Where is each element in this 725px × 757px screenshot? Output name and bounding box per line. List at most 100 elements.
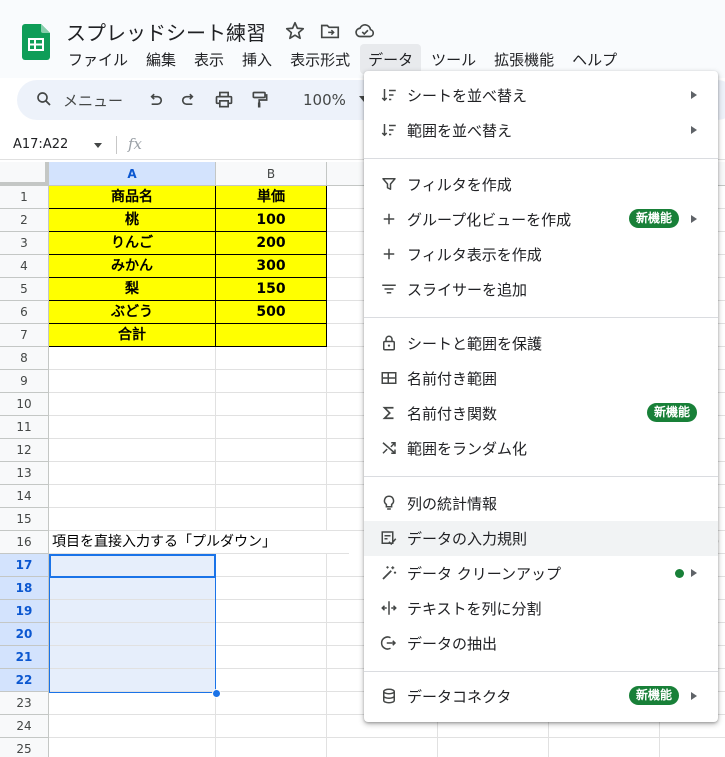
star-icon[interactable] xyxy=(284,20,306,42)
row-header[interactable]: 25 xyxy=(0,738,49,757)
grid-cell[interactable]: みかん xyxy=(49,255,216,278)
grid-cell[interactable]: 合計 xyxy=(49,324,216,347)
grid-cell[interactable]: 300 xyxy=(216,255,327,278)
menu-item-split-text[interactable]: テキストを列に分割 xyxy=(364,591,718,626)
grid-cell[interactable] xyxy=(438,738,549,757)
row-header[interactable]: 10 xyxy=(0,393,49,416)
menu-format[interactable]: 表示形式 xyxy=(282,44,358,74)
sheets-logo-icon[interactable] xyxy=(22,24,50,60)
grid-cell[interactable] xyxy=(49,416,216,439)
column-header-a[interactable]: A xyxy=(49,162,216,186)
undo-icon[interactable] xyxy=(145,90,165,110)
row-header[interactable]: 8 xyxy=(0,347,49,370)
grid-cell[interactable] xyxy=(49,600,216,623)
redo-icon[interactable] xyxy=(179,90,199,110)
menu-item-create-filter[interactable]: フィルタを作成 xyxy=(364,167,718,202)
grid-cell[interactable] xyxy=(49,462,216,485)
row-header[interactable]: 3 xyxy=(0,232,49,255)
grid-cell[interactable] xyxy=(327,738,438,757)
row-header[interactable]: 12 xyxy=(0,439,49,462)
row-header[interactable]: 6 xyxy=(0,301,49,324)
row-header[interactable]: 5 xyxy=(0,278,49,301)
row-header[interactable]: 14 xyxy=(0,485,49,508)
grid-cell[interactable] xyxy=(216,600,327,623)
menu-item-sort-sheet[interactable]: シートを並べ替え xyxy=(364,78,718,113)
grid-cell[interactable] xyxy=(216,439,327,462)
grid-cell[interactable]: 単価 xyxy=(216,186,327,209)
row-header[interactable]: 1 xyxy=(0,186,49,209)
grid-cell[interactable] xyxy=(49,715,216,738)
row-header[interactable]: 22 xyxy=(0,669,49,692)
menu-insert[interactable]: 挿入 xyxy=(234,44,280,74)
grid-cell[interactable] xyxy=(49,577,216,600)
grid-cell[interactable] xyxy=(216,715,327,738)
menu-item-data-connectors[interactable]: データコネクタ 新機能 xyxy=(364,679,718,714)
grid-cell[interactable] xyxy=(49,393,216,416)
grid-cell[interactable] xyxy=(216,577,327,600)
grid-cell[interactable]: 200 xyxy=(216,232,327,255)
row-header[interactable]: 15 xyxy=(0,508,49,531)
menu-edit[interactable]: 編集 xyxy=(138,44,184,74)
row-header[interactable]: 21 xyxy=(0,646,49,669)
menu-item-create-group-view[interactable]: グループ化ビューを作成 新機能 xyxy=(364,202,718,237)
row-header[interactable]: 24 xyxy=(0,715,49,738)
grid-cell[interactable] xyxy=(216,738,327,757)
move-folder-icon[interactable] xyxy=(319,20,341,42)
row-header[interactable]: 16 xyxy=(0,531,49,554)
grid-cell[interactable]: 100 xyxy=(216,209,327,232)
grid-cell[interactable]: 150 xyxy=(216,278,327,301)
grid-cell[interactable] xyxy=(49,692,216,715)
grid-cell[interactable]: 梨 xyxy=(49,278,216,301)
grid-cell[interactable] xyxy=(49,347,216,370)
menu-item-column-stats[interactable]: 列の統計情報 xyxy=(364,486,718,521)
row-header[interactable]: 7 xyxy=(0,324,49,347)
grid-cell[interactable] xyxy=(49,646,216,669)
document-title[interactable]: スプレッドシート練習 xyxy=(66,17,266,46)
grid-cell[interactable]: 500 xyxy=(216,301,327,324)
row-header[interactable]: 20 xyxy=(0,623,49,646)
cloud-saved-icon[interactable] xyxy=(354,20,376,42)
grid-cell[interactable] xyxy=(49,738,216,757)
grid-cell[interactable] xyxy=(216,393,327,416)
grid-cell[interactable] xyxy=(49,554,216,577)
menu-search[interactable]: メニュー xyxy=(35,88,153,112)
zoom-select[interactable]: 100% xyxy=(303,91,346,109)
grid-cell[interactable] xyxy=(49,485,216,508)
grid-cell[interactable]: 商品名 xyxy=(49,186,216,209)
row-header[interactable]: 4 xyxy=(0,255,49,278)
row-header[interactable]: 13 xyxy=(0,462,49,485)
grid-cell[interactable] xyxy=(49,508,216,531)
grid-cell[interactable] xyxy=(216,370,327,393)
print-icon[interactable] xyxy=(214,90,234,110)
menu-item-randomize-range[interactable]: 範囲をランダム化 xyxy=(364,431,718,466)
menu-file[interactable]: ファイル xyxy=(60,44,136,74)
row-header[interactable]: 18 xyxy=(0,577,49,600)
column-header-b[interactable]: B xyxy=(216,162,327,186)
fill-handle[interactable] xyxy=(212,689,221,698)
menu-item-data-extraction[interactable]: データの抽出 xyxy=(364,626,718,661)
row-header[interactable]: 2 xyxy=(0,209,49,232)
row-header[interactable]: 11 xyxy=(0,416,49,439)
grid-cell[interactable] xyxy=(216,462,327,485)
grid-cell[interactable] xyxy=(216,623,327,646)
grid-cell[interactable]: りんご xyxy=(49,232,216,255)
menu-data[interactable]: データ xyxy=(360,44,422,74)
name-box-dropdown-icon[interactable] xyxy=(94,143,102,148)
grid-cell[interactable] xyxy=(49,439,216,462)
menu-item-named-functions[interactable]: 名前付き関数 新機能 xyxy=(364,396,718,431)
grid-cell[interactable] xyxy=(216,416,327,439)
row-header[interactable]: 17 xyxy=(0,554,49,577)
select-all-corner[interactable] xyxy=(0,162,49,186)
grid-cell[interactable] xyxy=(216,347,327,370)
grid-cell[interactable] xyxy=(216,485,327,508)
grid-cell[interactable] xyxy=(216,646,327,669)
row-header[interactable]: 19 xyxy=(0,600,49,623)
menu-item-data-validation[interactable]: データの入力規則 xyxy=(364,521,718,556)
name-box[interactable]: A17:A22 xyxy=(13,137,68,152)
grid-cell[interactable] xyxy=(216,324,327,347)
grid-cell[interactable] xyxy=(49,669,216,692)
menu-item-create-filter-view[interactable]: フィルタ表示を作成 xyxy=(364,237,718,272)
menu-item-protect-sheets[interactable]: シートと範囲を保護 xyxy=(364,326,718,361)
menu-item-add-slicer[interactable]: スライサーを追加 xyxy=(364,272,718,307)
row-header[interactable]: 23 xyxy=(0,692,49,715)
